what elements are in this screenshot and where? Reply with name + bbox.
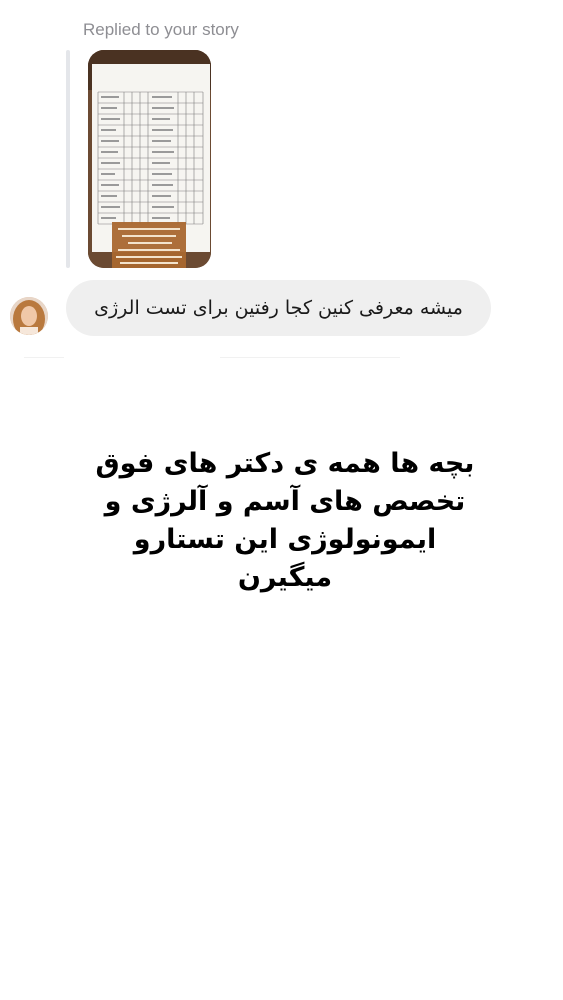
overlay-line-1: بچه ها همه ی دکتر های فوق — [95, 448, 475, 479]
overlay-line-2: تخصص های آسم و آلرژی و — [104, 486, 466, 517]
profile-photo-icon — [10, 297, 48, 335]
replied-to-story-label: Replied to your story — [83, 20, 239, 39]
story-thumbnail[interactable] — [88, 50, 211, 268]
story-overlay-text: بچه ها همه ی دکتر های فوق تخصص های آسم و… — [80, 445, 490, 597]
divider-left — [24, 357, 64, 358]
story-image-icon — [88, 50, 211, 268]
reply-indicator-bar — [66, 50, 70, 268]
sender-avatar[interactable] — [10, 297, 48, 335]
overlay-line-3: ایمونولوژی این تستارو — [133, 524, 437, 555]
message-bubble[interactable]: میشه معرفی کنین کجا رفتین برای تست الرژی — [66, 280, 491, 336]
divider-right — [220, 357, 400, 358]
overlay-line-4: میگیرن — [237, 562, 333, 593]
message-text: میشه معرفی کنین کجا رفتین برای تست الرژی — [94, 297, 463, 319]
